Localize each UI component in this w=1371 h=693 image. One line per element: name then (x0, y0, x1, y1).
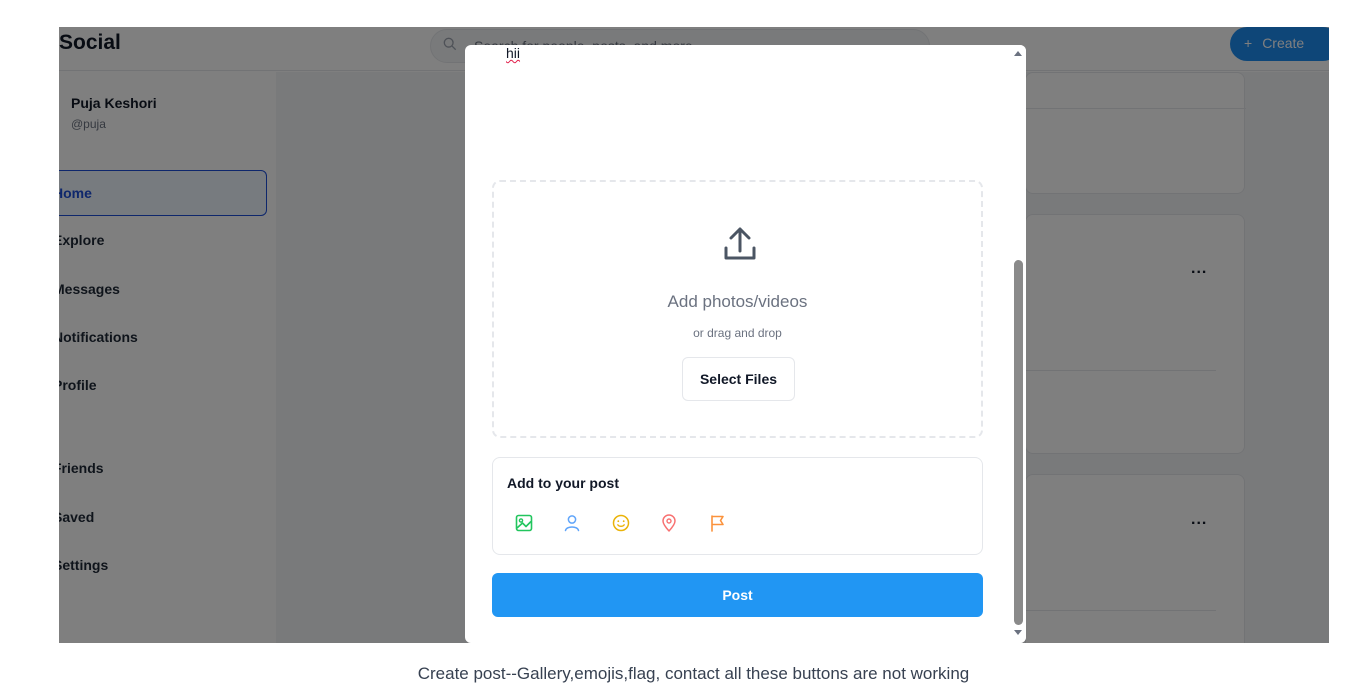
post-button[interactable]: Post (492, 573, 983, 617)
dropzone-title: Add photos/videos (667, 292, 808, 311)
emoji-icon[interactable] (611, 513, 631, 533)
add-to-post-panel: Add to your post (492, 457, 983, 555)
post-text-area[interactable]: hii (506, 45, 520, 61)
create-post-modal: hii Add photos/videos or drag and drop S… (465, 45, 1026, 643)
modal-scrollbar[interactable] (1010, 45, 1026, 643)
post-text: hii (506, 45, 521, 61)
flag-icon[interactable] (708, 513, 728, 533)
scroll-down-icon[interactable] (1014, 630, 1022, 635)
scrollbar-thumb[interactable] (1014, 260, 1023, 625)
screenshot-caption: Create post--Gallery,emojis,flag, contac… (417, 664, 970, 683)
tag-person-icon[interactable] (562, 513, 582, 533)
media-dropzone[interactable]: Add photos/videos or drag and drop Selec… (492, 180, 983, 438)
location-icon[interactable] (659, 513, 679, 533)
upload-icon (724, 227, 756, 260)
dropzone-subtitle: or drag and drop (693, 326, 782, 340)
select-files-button[interactable]: Select Files (682, 357, 795, 401)
app-window: Social Search for people, posts, and mor… (59, 27, 1329, 643)
add-to-post-title: Add to your post (507, 475, 619, 491)
gallery-icon[interactable] (514, 513, 534, 533)
scroll-up-icon[interactable] (1014, 51, 1022, 56)
